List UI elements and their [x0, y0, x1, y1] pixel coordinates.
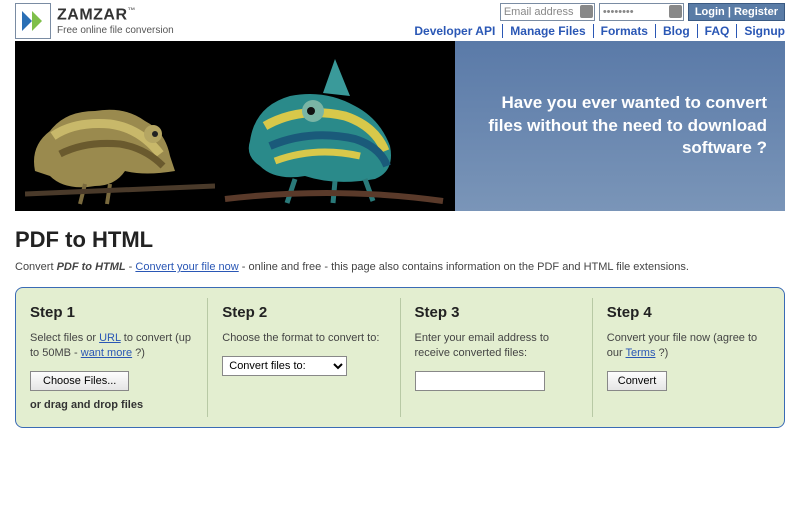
- want-more-link[interactable]: want more: [81, 347, 132, 359]
- nav-formats[interactable]: Formats: [594, 24, 656, 38]
- step-4: Step 4 Convert your file now (agree to o…: [593, 298, 784, 417]
- url-link[interactable]: URL: [99, 332, 121, 344]
- header: ZAMZAR™ Free online file conversion Logi…: [15, 0, 785, 39]
- page-title: PDF to HTML: [15, 227, 785, 253]
- step2-text: Choose the format to convert to:: [222, 331, 385, 346]
- convert-button[interactable]: Convert: [607, 371, 668, 391]
- steps-box: Step 1 Select files or URL to convert (u…: [15, 287, 785, 428]
- login-register-button[interactable]: Login | Register: [688, 3, 785, 21]
- hero-text-panel: Have you ever wanted to convert files wi…: [455, 41, 785, 211]
- step1-text: Select files or URL to convert (up to 50…: [30, 331, 193, 361]
- hero-message: Have you ever wanted to convert files wi…: [473, 92, 767, 161]
- nav-manage-files[interactable]: Manage Files: [503, 24, 593, 38]
- step-3: Step 3 Enter your email address to recei…: [401, 298, 593, 417]
- brand-tagline: Free online file conversion: [57, 25, 174, 36]
- brand-name: ZAMZAR: [57, 7, 128, 24]
- step4-title: Step 4: [607, 304, 770, 321]
- logo-block[interactable]: ZAMZAR™ Free online file conversion: [15, 3, 174, 39]
- nav-signup[interactable]: Signup: [737, 24, 785, 38]
- step2-title: Step 2: [222, 304, 385, 321]
- intro-text: Convert PDF to HTML - Convert your file …: [15, 261, 785, 273]
- drag-drop-text: or drag and drop files: [30, 399, 193, 411]
- step3-title: Step 3: [415, 304, 578, 321]
- nav-faq[interactable]: FAQ: [698, 24, 738, 38]
- convert-now-link[interactable]: Convert your file now: [135, 261, 238, 273]
- login-row: Login | Register: [500, 3, 785, 21]
- terms-link[interactable]: Terms: [626, 347, 656, 359]
- email-field[interactable]: [500, 3, 595, 21]
- hero-banner: Have you ever wanted to convert files wi…: [15, 41, 785, 211]
- nav-blog[interactable]: Blog: [656, 24, 698, 38]
- nav-row: Developer API Manage Files Formats Blog …: [407, 24, 785, 38]
- step4-text: Convert your file now (agree to our Term…: [607, 331, 770, 361]
- choose-files-button[interactable]: Choose Files...: [30, 371, 129, 391]
- format-select[interactable]: Convert files to:: [222, 356, 347, 376]
- nav-developer-api[interactable]: Developer API: [407, 24, 503, 38]
- step-2: Step 2 Choose the format to convert to: …: [208, 298, 400, 417]
- step3-text: Enter your email address to receive conv…: [415, 331, 578, 361]
- step-1: Step 1 Select files or URL to convert (u…: [16, 298, 208, 417]
- brand-text: ZAMZAR™ Free online file conversion: [57, 6, 174, 35]
- hero-image: [15, 41, 455, 211]
- email-input[interactable]: [415, 371, 545, 391]
- logo-icon: [15, 3, 51, 39]
- step1-title: Step 1: [30, 304, 193, 321]
- password-field[interactable]: [599, 3, 684, 21]
- trademark: ™: [128, 6, 137, 15]
